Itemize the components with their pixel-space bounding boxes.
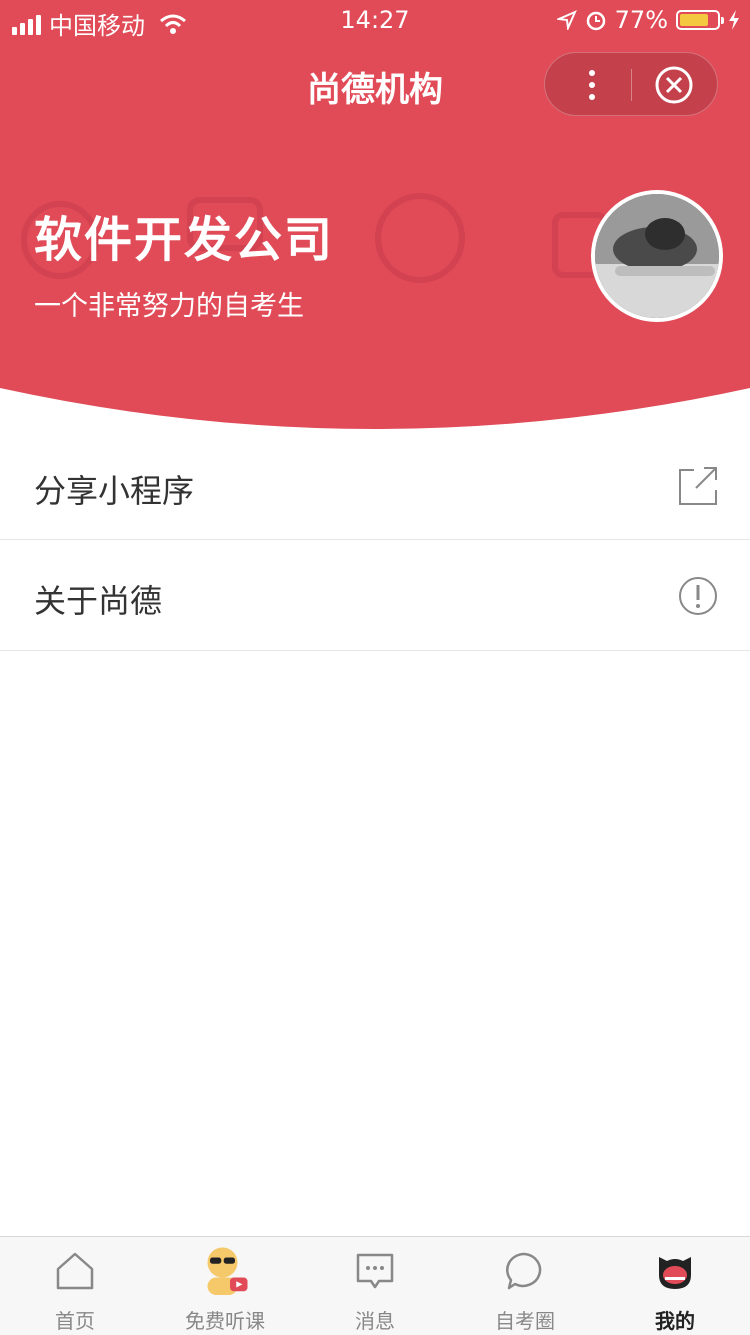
tab-label: 我的 (655, 1309, 695, 1333)
menu-list: 分享小程序 关于尚德 (0, 430, 750, 651)
avatar-photo (595, 194, 719, 318)
status-bar: 中国移动 14:27 77% (0, 0, 750, 40)
menu-label: 关于尚德 (34, 582, 163, 620)
share-mini-program-row[interactable]: 分享小程序 (0, 430, 750, 540)
capsule-divider (631, 69, 632, 101)
tab-free-course[interactable]: 免费听课 (150, 1237, 300, 1335)
tab-label: 首页 (55, 1309, 95, 1333)
avatar[interactable] (591, 190, 723, 322)
profile-slogan: 一个非常努力的自考生 (34, 291, 304, 322)
tab-label: 消息 (355, 1309, 395, 1333)
circle-chat-icon (506, 1252, 542, 1290)
close-icon[interactable] (655, 66, 693, 104)
more-button[interactable] (545, 53, 632, 117)
battery-percent: 77% (614, 6, 668, 34)
tab-messages[interactable]: 消息 (300, 1237, 450, 1335)
mine-icon (659, 1257, 691, 1289)
tab-circle[interactable]: 自考圈 (450, 1237, 600, 1335)
menu-label: 分享小程序 (34, 472, 195, 510)
free-course-icon (207, 1247, 248, 1295)
mini-program-capsule (544, 52, 718, 116)
info-icon (679, 577, 717, 615)
charging-icon (729, 10, 739, 30)
about-row[interactable]: 关于尚德 (0, 540, 750, 651)
tab-label: 自考圈 (495, 1309, 555, 1333)
alarm-icon (586, 11, 605, 31)
tab-home[interactable]: 首页 (0, 1237, 150, 1335)
battery-icon (676, 10, 724, 30)
location-icon (556, 10, 577, 30)
message-icon (356, 1253, 394, 1289)
tab-label: 免费听课 (185, 1309, 265, 1333)
tab-mine[interactable]: 我的 (600, 1237, 750, 1335)
home-icon (56, 1252, 94, 1290)
share-icon (679, 467, 717, 505)
tab-bar: 首页 免费听课 消息 自考圈 我的 (0, 1236, 750, 1335)
company-name: 软件开发公司 (34, 212, 335, 268)
